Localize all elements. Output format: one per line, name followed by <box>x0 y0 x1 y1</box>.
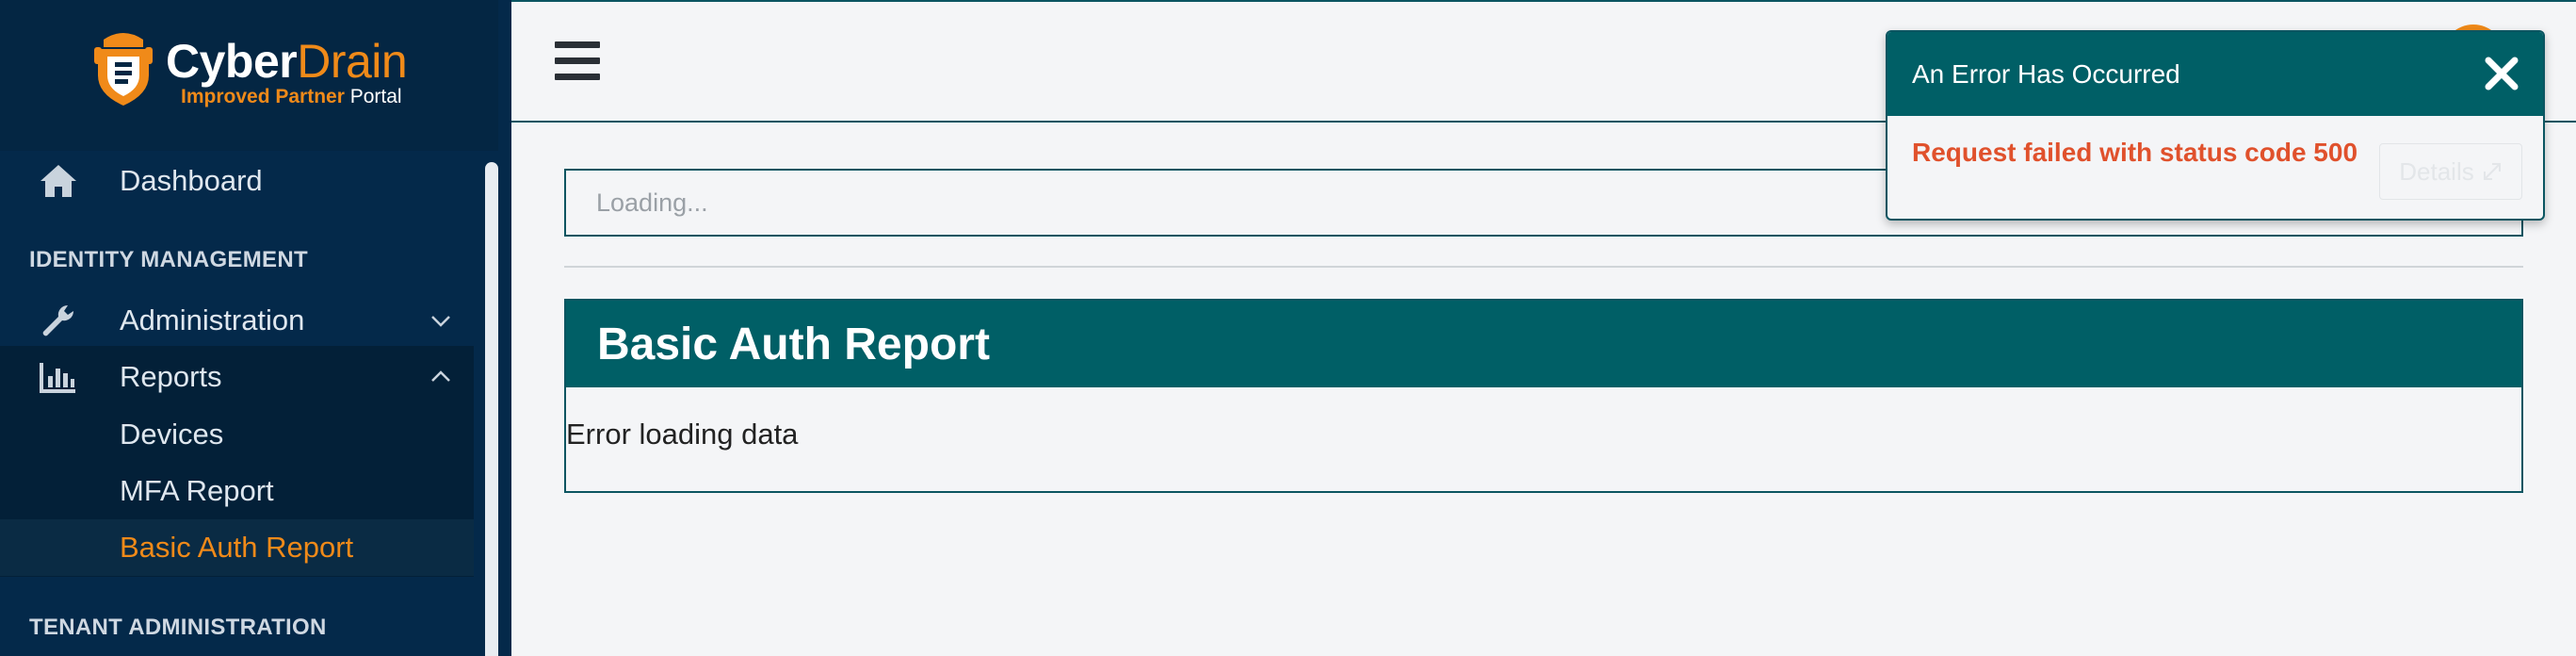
sidebar-edge <box>498 0 511 656</box>
sidebar-scrollbar[interactable] <box>485 162 498 656</box>
brand-subtitle: Improved Partner Portal <box>181 87 402 107</box>
wrench-icon <box>38 300 79 341</box>
cyberdrain-logo-icon <box>94 33 153 106</box>
brand-name: CyberDrain <box>166 35 408 88</box>
details-button-label: Details <box>2399 156 2474 186</box>
brand-subtitle-part2: Portal <box>349 86 402 107</box>
sidebar-item-mfa-report[interactable]: MFA Report <box>0 463 474 519</box>
sidebar-item-reports[interactable]: Reports <box>0 349 474 405</box>
report-card: Basic Auth Report Error loading data <box>564 299 2523 493</box>
sidebar-item-label: Basic Auth Report <box>120 531 354 564</box>
brand-name-part1: Cyber <box>166 35 298 88</box>
chevron-down-icon <box>431 316 450 327</box>
sidebar-item-label: Administration <box>120 303 305 336</box>
hamburger-menu-icon[interactable] <box>555 41 600 81</box>
brand-header[interactable]: CyberDrain Improved Partner Portal <box>0 0 511 151</box>
error-toast: An Error Has Occurred Request failed wit… <box>1886 30 2545 221</box>
section-title-tenant-administration: TENANT ADMINISTRATION <box>29 615 327 640</box>
close-icon[interactable] <box>2481 53 2522 94</box>
toast-title: An Error Has Occurred <box>1912 58 2180 89</box>
divider <box>564 266 2523 268</box>
sidebar-item-administration[interactable]: Administration <box>0 292 474 349</box>
sidebar-item-basic-auth-report[interactable]: Basic Auth Report <box>0 519 474 576</box>
home-icon <box>38 160 79 202</box>
toast-header: An Error Has Occurred <box>1887 32 2543 116</box>
brand-subtitle-part1: Improved Partner <box>181 86 345 107</box>
card-body-message: Error loading data <box>566 418 799 451</box>
reports-group: Reports Devices MFA Report Basic Auth Re… <box>0 346 474 577</box>
sidebar-item-label: Dashboard <box>120 164 263 197</box>
sidebar-item-devices[interactable]: Devices <box>0 406 474 463</box>
sidebar-item-dashboard[interactable]: Dashboard <box>0 153 474 209</box>
sidebar-item-label: Reports <box>120 360 222 393</box>
sidebar-item-label: Devices <box>120 418 224 451</box>
card-title: Basic Auth Report <box>566 301 2521 387</box>
toast-error-message: Request failed with status code 500 <box>1912 138 2358 167</box>
brand-name-part2: Drain <box>297 35 408 88</box>
expand-icon <box>2483 163 2501 180</box>
details-button[interactable]: Details <box>2379 143 2522 200</box>
sidebar-item-label: MFA Report <box>120 474 274 507</box>
section-title-identity-management: IDENTITY MANAGEMENT <box>29 247 308 272</box>
bar-chart-icon <box>38 356 79 398</box>
sidebar: CyberDrain Improved Partner Portal Dashb… <box>0 0 511 656</box>
chevron-up-icon <box>431 370 450 382</box>
